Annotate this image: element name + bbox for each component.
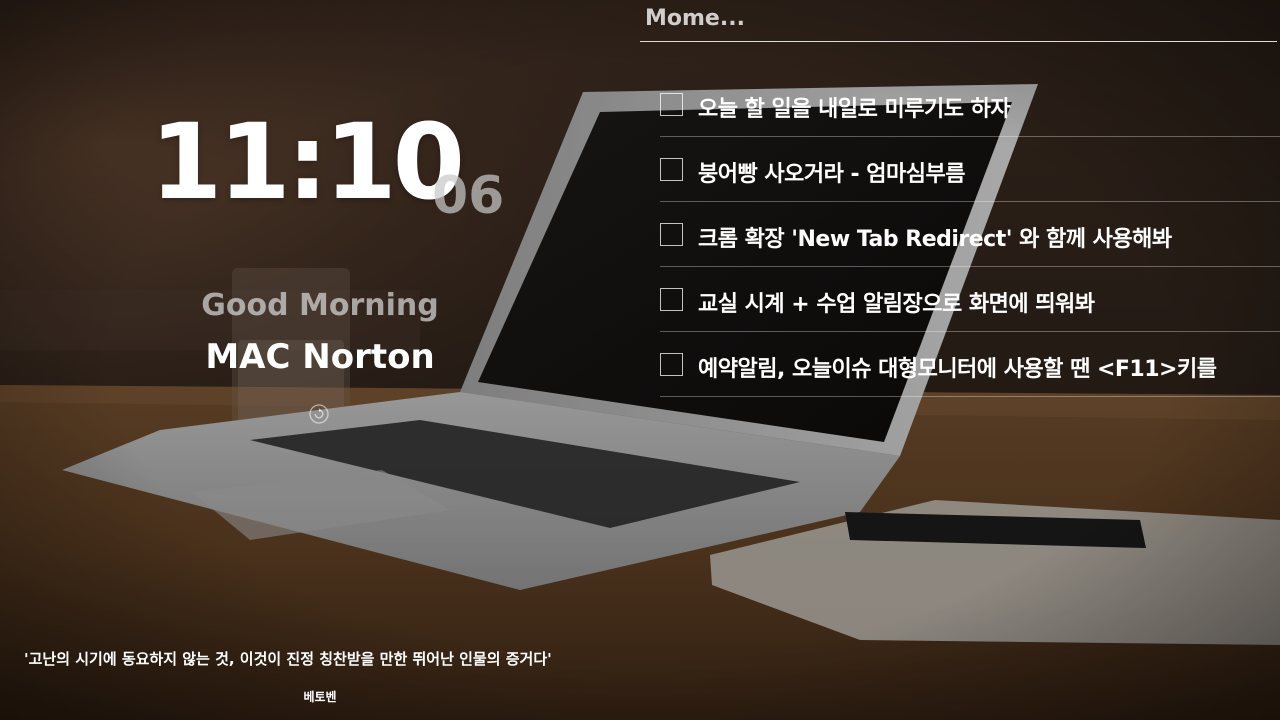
refresh-icon[interactable]: [308, 403, 330, 425]
todo-item: 예약알림, 오늘이슈 대형모니터에 사용할 땐 <F11>키를: [660, 332, 1280, 397]
todo-text[interactable]: 예약알림, 오늘이슈 대형모니터에 사용할 땐 <F11>키를: [698, 351, 1217, 383]
todo-checkbox[interactable]: [660, 288, 683, 311]
todo-text[interactable]: 크롬 확장 'New Tab Redirect' 와 함께 사용해봐: [698, 221, 1172, 253]
greeting-text: Good Morning: [201, 288, 439, 323]
clock-time: 11:10: [150, 101, 465, 223]
memo-title: Mome...: [645, 6, 745, 31]
quote-author: 베토벤: [303, 690, 337, 704]
todo-text[interactable]: 교실 시계 + 수업 알림장으로 화면에 띄워봐: [698, 286, 1095, 318]
todo-text[interactable]: 오늘 할 일을 내일로 미루기도 하자: [698, 91, 1011, 123]
todo-checkbox[interactable]: [660, 223, 683, 246]
new-tab-screen: 11:10 06 Good Morning MAC Norton Mome...…: [0, 0, 1280, 720]
todo-checkbox[interactable]: [660, 353, 683, 376]
todo-item: 교실 시계 + 수업 알림장으로 화면에 띄워봐: [660, 267, 1280, 332]
todo-item: 붕어빵 사오거라 - 엄마심부름: [660, 137, 1280, 202]
todo-checkbox[interactable]: [660, 158, 683, 181]
todo-list: 오늘 할 일을 내일로 미루기도 하자 붕어빵 사오거라 - 엄마심부름 크롬 …: [660, 72, 1280, 397]
quote-text: '고난의 시기에 동요하지 않는 것, 이것이 진정 칭찬받을 만한 뛰어난 인…: [24, 650, 552, 668]
user-name: MAC Norton: [205, 337, 435, 377]
clock-seconds: 06: [432, 166, 505, 226]
todo-checkbox[interactable]: [660, 93, 683, 116]
memo-header[interactable]: Mome...: [640, 0, 1277, 42]
todo-item: 오늘 할 일을 내일로 미루기도 하자: [660, 72, 1280, 137]
todo-item: 크롬 확장 'New Tab Redirect' 와 함께 사용해봐: [660, 202, 1280, 267]
todo-text[interactable]: 붕어빵 사오거라 - 엄마심부름: [698, 156, 966, 188]
